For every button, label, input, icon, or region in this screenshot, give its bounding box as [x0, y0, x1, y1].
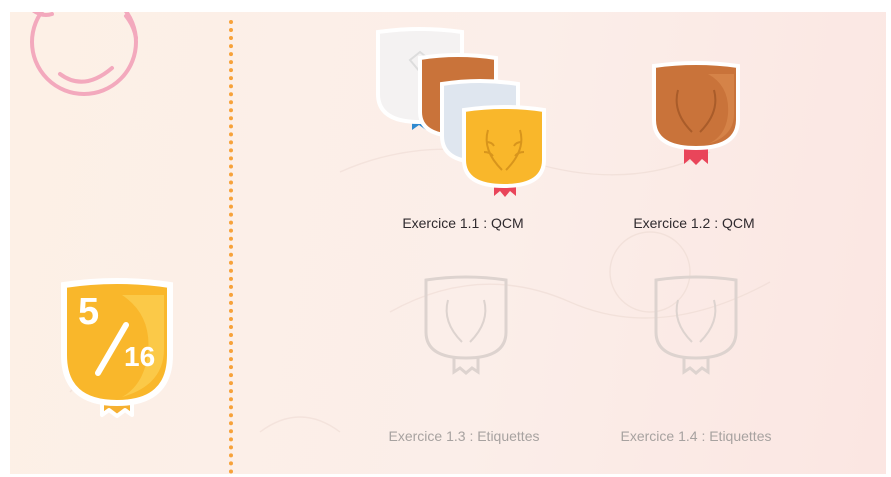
exercise-1-3-label: Exercice 1.3 : Etiquettes [388, 428, 540, 444]
exercise-1-2-badge[interactable] [646, 60, 746, 170]
score-medal: 5 16 [52, 275, 182, 435]
dotted-divider [229, 20, 233, 474]
laurel-wreath-icon [445, 299, 487, 343]
exercise-1-2-label[interactable]: Exercice 1.2 : QCM [594, 215, 794, 231]
bronze-medal-icon [652, 61, 740, 165]
laurel-wreath-icon [675, 299, 717, 343]
score-medal-icon [61, 278, 173, 418]
score-earned: 5 [78, 291, 100, 333]
exercise-1-1-badge[interactable] [370, 24, 560, 209]
decorative-ring-icon [30, 12, 138, 96]
exercise-progress-panel: 5 16 Exercice 1.1 : QCM Exercice 1.2: Q… [10, 12, 886, 474]
exercise-1-4-badge [648, 274, 744, 384]
exercise-1-3-badge [418, 274, 514, 384]
exercise-1-1-label[interactable]: Exercice 1.1 : QCM [363, 215, 563, 231]
locked-medal-icon [424, 275, 508, 375]
score-total: 16 [124, 341, 156, 372]
exercise-1-4-label: Exercice 1.4 : Etiquettes [620, 428, 772, 444]
medal-stack-icon [376, 27, 546, 197]
locked-medal-icon [654, 275, 738, 375]
